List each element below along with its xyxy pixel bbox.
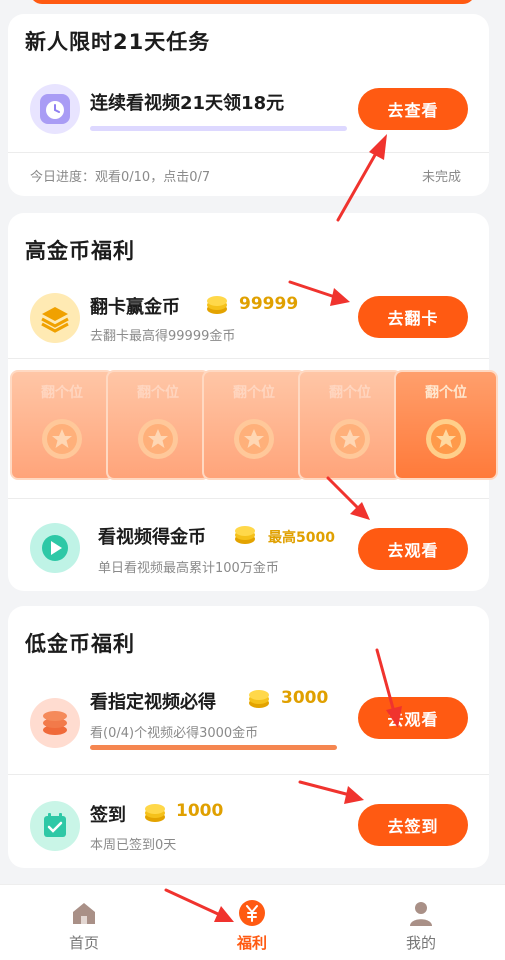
home-icon	[73, 903, 95, 924]
star-coin-icon	[426, 419, 466, 459]
yuan-icon	[239, 900, 265, 926]
flip-coins: 99999	[239, 294, 299, 314]
view-task-button[interactable]: 去查看	[358, 88, 468, 130]
alarm-clock-icon	[30, 84, 80, 134]
task-progress-bar	[90, 126, 347, 131]
flip-subtitle: 去翻卡最高得99999金币	[90, 329, 236, 344]
coin-icon	[207, 296, 227, 314]
stack-icon	[30, 293, 80, 343]
star-coin-icon	[234, 419, 274, 459]
user-icon	[410, 902, 432, 926]
top-banner-edge	[30, 0, 475, 4]
divider	[8, 358, 489, 359]
tab-welfare[interactable]: 福利	[168, 885, 336, 960]
flip-card-5[interactable]: 翻个位	[394, 370, 498, 480]
star-coin-icon	[42, 419, 82, 459]
tab-label: 我的	[405, 934, 436, 952]
flip-card-button[interactable]: 去翻卡	[358, 296, 468, 338]
flip-card-label: 翻个位	[233, 385, 275, 401]
task-status: 未完成	[422, 170, 462, 185]
coin-icon	[249, 690, 269, 708]
tab-mine[interactable]: 我的	[337, 885, 505, 960]
divider	[8, 152, 489, 153]
coin-stack-icon	[30, 698, 80, 748]
flip-title: 翻卡赢金币	[90, 297, 180, 318]
signin-subtitle: 本周已签到0天	[90, 838, 177, 853]
video-title: 看视频得金币	[98, 527, 206, 548]
coin-icon	[235, 526, 255, 544]
newbie-task-card: 新人限时21天任务 连续看视频21天领18元 去查看 今日进度：观看0/10，点…	[8, 14, 489, 196]
coin-icon	[145, 804, 165, 822]
flip-card-1[interactable]: 翻个位	[10, 370, 114, 480]
tab-home[interactable]: 首页	[0, 885, 168, 960]
task-title: 连续看视频21天领18元	[90, 93, 285, 114]
bottom-tab-bar: 首页 福利 我的	[0, 884, 505, 960]
flip-card-3[interactable]: 翻个位	[202, 370, 306, 480]
watch-title: 看指定视频必得	[90, 692, 216, 713]
divider	[8, 498, 489, 499]
flip-card-label: 翻个位	[137, 385, 179, 401]
flip-card-4[interactable]: 翻个位	[298, 370, 402, 480]
today-progress-text: 今日进度：观看0/10，点击0/7	[30, 170, 211, 185]
star-coin-icon	[138, 419, 178, 459]
flip-card-2[interactable]: 翻个位	[106, 370, 210, 480]
low-coin-title: 低金币福利	[25, 632, 135, 656]
newbie-task-title: 新人限时21天任务	[25, 30, 211, 54]
tab-label: 首页	[68, 934, 99, 952]
flip-card-label: 翻个位	[329, 385, 371, 401]
signin-title: 签到	[90, 805, 126, 826]
video-subtitle: 单日看视频最高累计100万金币	[98, 561, 279, 576]
signin-coins: 1000	[176, 801, 224, 821]
watch-progress-bar	[90, 745, 337, 750]
calendar-check-icon	[30, 801, 80, 851]
watch-video-button[interactable]: 去观看	[358, 528, 468, 570]
divider	[8, 774, 489, 775]
star-coin-icon	[330, 419, 370, 459]
signin-button[interactable]: 去签到	[358, 804, 468, 846]
play-icon	[30, 523, 80, 573]
high-coin-title: 高金币福利	[25, 239, 135, 263]
watch-specified-button[interactable]: 去观看	[358, 697, 468, 739]
video-coins: 最高5000	[268, 530, 335, 546]
watch-coins: 3000	[281, 688, 329, 708]
flip-card-label: 翻个位	[425, 385, 467, 401]
flip-card-label: 翻个位	[41, 385, 83, 401]
tab-label: 福利	[236, 934, 267, 952]
low-coin-card: 低金币福利 看指定视频必得 3000 看(0/4)个视频必得3000金币 去观看…	[8, 606, 489, 868]
watch-subtitle: 看(0/4)个视频必得3000金币	[90, 726, 259, 741]
